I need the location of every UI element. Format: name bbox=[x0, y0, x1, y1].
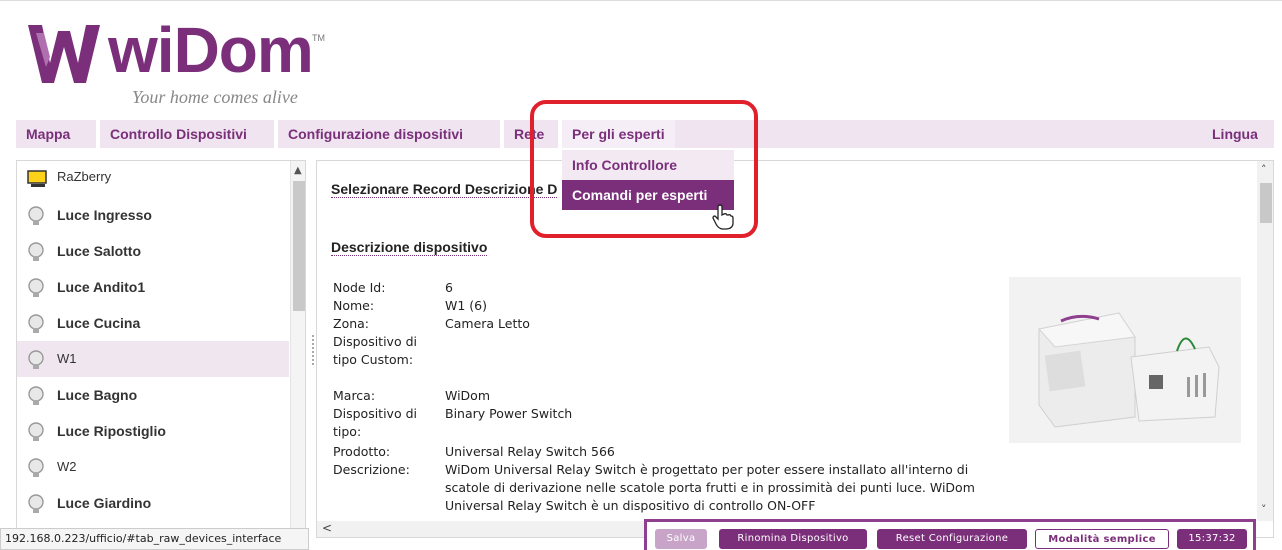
device-label: RaZberry bbox=[57, 169, 112, 184]
save-button[interactable]: Salva bbox=[655, 529, 707, 549]
info-row: Dispositivo di tipo Custom: bbox=[333, 333, 993, 387]
menu-rete[interactable]: Rete bbox=[504, 120, 554, 148]
info-row: Zona: Camera Letto bbox=[333, 315, 993, 333]
main-menu: Mappa Controllo Dispositivi Configurazio… bbox=[16, 120, 1274, 148]
device-label: Luce Ingresso bbox=[57, 207, 152, 223]
field-value: WiDom bbox=[445, 388, 491, 403]
simple-mode-button[interactable]: Modalità semplice bbox=[1035, 529, 1169, 549]
device-detail-panel: Selezionare Record Descrizione D Descriz… bbox=[316, 160, 1274, 538]
menu-mappa[interactable]: Mappa bbox=[16, 120, 80, 148]
field-value: Universal Relay Switch 566 bbox=[445, 444, 615, 459]
device-list-panel: RaZberry Luce Ingresso Luce Salotto Luce… bbox=[16, 160, 306, 540]
info-row: Prodotto: Universal Relay Switch 566 bbox=[333, 443, 993, 461]
field-label: Dispositivo di tipo: bbox=[333, 406, 417, 439]
list-item[interactable]: Luce Andito1 bbox=[17, 269, 289, 305]
bulb-icon bbox=[28, 206, 44, 225]
field-value: WiDom Universal Relay Switch è progettat… bbox=[445, 462, 975, 513]
bulb-icon bbox=[28, 494, 44, 513]
device-label: W1 bbox=[57, 351, 77, 366]
esperti-dropdown: Info Controllore Comandi per esperti bbox=[562, 150, 734, 210]
device-list: RaZberry Luce Ingresso Luce Salotto Luce… bbox=[17, 161, 289, 521]
list-item[interactable]: Luce Bagno bbox=[17, 377, 289, 413]
menu-controllo-dispositivi[interactable]: Controllo Dispositivi bbox=[100, 120, 257, 148]
info-row: Descrizione: WiDom Universal Relay Switc… bbox=[333, 461, 993, 521]
logo-wordmark: wiDom bbox=[108, 14, 314, 86]
field-value: 6 bbox=[445, 280, 453, 295]
bulb-icon bbox=[28, 458, 44, 477]
list-item[interactable]: Luce Giardino bbox=[17, 485, 289, 521]
scroll-up-icon[interactable]: ▲ bbox=[294, 165, 302, 176]
scrollbar-thumb[interactable] bbox=[293, 181, 305, 311]
scroll-left-icon[interactable]: < bbox=[322, 521, 332, 535]
bulb-icon bbox=[28, 314, 44, 333]
logo-trademark: TM bbox=[312, 33, 325, 43]
record-select-title: Selezionare Record Descrizione D bbox=[331, 181, 558, 198]
bulb-icon bbox=[28, 350, 44, 369]
scrollbar-thumb[interactable] bbox=[1260, 183, 1272, 223]
device-description-title: Descrizione dispositivo bbox=[331, 239, 488, 256]
device-label: Luce Giardino bbox=[57, 495, 152, 511]
device-label: Luce Bagno bbox=[57, 387, 138, 403]
bulb-icon bbox=[28, 278, 44, 297]
menu-per-gli-esperti[interactable]: Per gli esperti bbox=[562, 120, 675, 148]
info-row: Nome: W1 (6) bbox=[333, 297, 993, 315]
detail-horizontal-scrollbar[interactable]: < bbox=[317, 521, 647, 537]
info-row: Marca: WiDom bbox=[333, 387, 993, 405]
list-item[interactable]: Luce Ripostiglio bbox=[17, 413, 289, 449]
header: wiDom TM Your home comes alive bbox=[0, 0, 1282, 120]
field-label: Descrizione: bbox=[333, 462, 410, 477]
widom-emblem-icon bbox=[28, 25, 100, 83]
field-label: Nome: bbox=[333, 298, 375, 313]
list-item[interactable]: Luce Ingresso bbox=[17, 197, 289, 233]
scroll-down-icon[interactable]: ˅ bbox=[1261, 503, 1267, 516]
monitor-icon bbox=[27, 170, 47, 187]
device-label: W2 bbox=[57, 459, 77, 474]
bulb-icon bbox=[28, 422, 44, 441]
device-info-table: Node Id: 6 Nome: W1 (6) Zona: Camera Let… bbox=[333, 279, 993, 521]
device-label: Luce Cucina bbox=[57, 315, 141, 331]
list-item[interactable]: RaZberry bbox=[17, 161, 289, 197]
field-label: Dispositivo di tipo Custom: bbox=[333, 334, 417, 367]
field-label: Zona: bbox=[333, 316, 370, 331]
rename-device-button[interactable]: Rinomina Dispositivo bbox=[719, 529, 867, 549]
device-label: Luce Andito1 bbox=[57, 279, 146, 295]
menu-lingua[interactable]: Lingua bbox=[1202, 120, 1268, 148]
product-image bbox=[1009, 277, 1241, 443]
bottom-toolbar: Salva Rinomina Dispositivo Reset Configu… bbox=[644, 519, 1256, 550]
bulb-icon bbox=[28, 386, 44, 405]
field-label: Prodotto: bbox=[333, 444, 391, 459]
list-item[interactable]: Luce Salotto bbox=[17, 233, 289, 269]
device-list-scrollbar[interactable]: ▲ bbox=[290, 161, 305, 539]
detail-vertical-scrollbar[interactable]: ˄ ˅ bbox=[1257, 161, 1273, 521]
field-value: Camera Letto bbox=[445, 316, 530, 331]
info-row: Node Id: 6 bbox=[333, 279, 993, 297]
scroll-up-icon[interactable]: ˄ bbox=[1261, 163, 1267, 176]
info-row: Dispositivo di tipo: Binary Power Switch bbox=[333, 405, 993, 443]
menu-info-controllore[interactable]: Info Controllore bbox=[562, 150, 734, 180]
reset-configuration-button[interactable]: Reset Configurazione bbox=[877, 529, 1027, 549]
device-label: Luce Salotto bbox=[57, 243, 142, 259]
menu-comandi-per-esperti[interactable]: Comandi per esperti bbox=[562, 180, 734, 210]
list-item[interactable]: W1 bbox=[17, 341, 289, 377]
field-value: W1 (6) bbox=[445, 298, 487, 313]
browser-status-url: 192.168.0.223/ufficio/#tab_raw_devices_i… bbox=[0, 528, 309, 550]
list-item[interactable]: W2 bbox=[17, 449, 289, 485]
bulb-icon bbox=[28, 242, 44, 261]
clock-display: 15:37:32 bbox=[1177, 529, 1247, 549]
menu-configurazione-dispositivi[interactable]: Configurazione dispositivi bbox=[278, 120, 473, 148]
widom-logo[interactable]: wiDom TM Your home comes alive bbox=[22, 11, 362, 111]
logo-tagline: Your home comes alive bbox=[132, 87, 298, 107]
hand-cursor-icon bbox=[712, 204, 734, 230]
field-label: Node Id: bbox=[333, 280, 386, 295]
field-label: Marca: bbox=[333, 388, 376, 403]
field-value: Binary Power Switch bbox=[445, 406, 573, 421]
list-item[interactable]: Luce Cucina bbox=[17, 305, 289, 341]
device-label: Luce Ripostiglio bbox=[57, 423, 166, 439]
